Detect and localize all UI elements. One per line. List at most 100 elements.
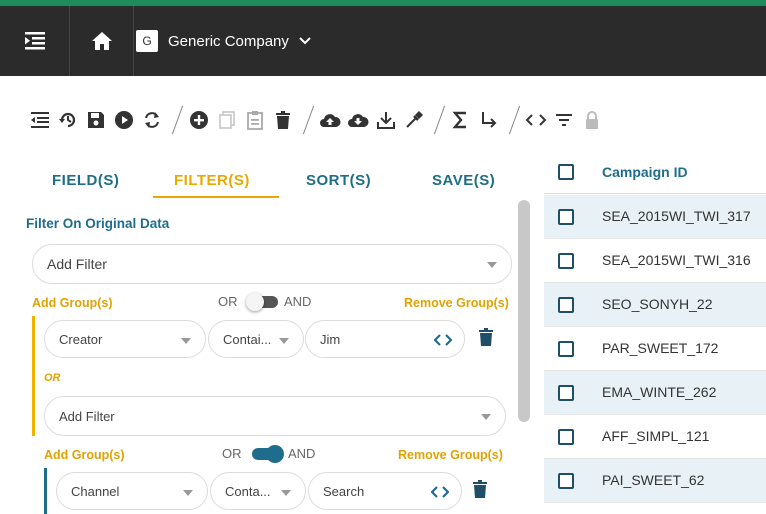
operator-select[interactable]: Contai... [208, 320, 304, 358]
operator-value: Conta... [225, 483, 271, 499]
arrow-turn-icon[interactable] [477, 108, 501, 132]
company-name: Generic Company [168, 32, 289, 50]
operator-value: Contai... [223, 331, 272, 347]
cloud-download-icon[interactable] [346, 108, 370, 132]
menu-collapse-icon [24, 32, 45, 50]
code-icon[interactable] [524, 108, 548, 132]
toggle-or-label: OR [222, 446, 242, 461]
tab-saves[interactable]: SAVE(S) [432, 172, 495, 189]
toggle-or-label: OR [218, 294, 238, 309]
campaign-id-cell: EMA_WINTE_262 [602, 384, 717, 400]
field-value: Creator [59, 331, 103, 347]
toolbar-separator [433, 105, 446, 135]
paste-icon[interactable] [243, 108, 267, 132]
company-selector[interactable]: G Generic Company [136, 6, 311, 76]
cloud-upload-icon[interactable] [318, 108, 342, 132]
tab-fields[interactable]: FIELD(S) [52, 172, 119, 189]
add-group-link[interactable]: Add Group(s) [44, 448, 125, 462]
table-row[interactable]: EMA_WINTE_262 [544, 371, 766, 415]
row-checkbox[interactable] [558, 253, 574, 269]
table-row[interactable]: PAR_SWEET_172 [544, 327, 766, 371]
operator-select[interactable]: Conta... [210, 472, 306, 510]
table-row[interactable]: SEO_SONYH_22 [544, 283, 766, 327]
copy-icon[interactable] [215, 108, 239, 132]
chevron-down-icon [299, 37, 311, 45]
code-icon[interactable] [434, 333, 452, 347]
tab-filters[interactable]: FILTER(S) [174, 172, 250, 189]
caret-down-icon [481, 414, 491, 420]
group-bar [32, 316, 35, 436]
filter-value-input[interactable]: Search [308, 472, 462, 510]
download-icon[interactable] [374, 108, 398, 132]
campaign-id-cell: SEA_2015WI_TWI_317 [602, 208, 751, 224]
campaign-id-cell: SEO_SONYH_22 [602, 296, 713, 312]
play-icon[interactable] [112, 108, 136, 132]
table-row[interactable]: PAI_SWEET_62 [544, 459, 766, 503]
row-checkbox[interactable] [558, 297, 574, 313]
delete-icon[interactable] [271, 108, 295, 132]
add-filter-select[interactable]: Add Filter [32, 244, 512, 284]
group-bar [44, 468, 47, 514]
table-row[interactable]: SEA_2015WI_TWI_317 [544, 195, 766, 239]
field-select[interactable]: Creator [44, 320, 206, 358]
caret-down-icon [279, 338, 289, 344]
caret-down-icon [183, 490, 193, 496]
add-filter-placeholder: Add Filter [59, 408, 115, 424]
indent-icon[interactable] [28, 108, 52, 132]
column-header-campaign-id[interactable]: Campaign ID [602, 164, 688, 180]
or-and-toggle[interactable] [252, 445, 284, 463]
row-checkbox[interactable] [558, 385, 574, 401]
toolbar-separator [302, 105, 315, 135]
table-header: Campaign ID [544, 150, 766, 194]
select-all-checkbox[interactable] [558, 164, 574, 180]
toggle-and-label: AND [288, 446, 316, 461]
add-group-link[interactable]: Add Group(s) [32, 296, 113, 310]
add-filter-select[interactable]: Add Filter [44, 396, 506, 436]
filter-panel: FIELD(S) FILTER(S) SORT(S) SAVE(S) Filte… [0, 150, 540, 514]
toolbar-separator [171, 105, 184, 135]
campaign-id-cell: PAI_SWEET_62 [602, 472, 705, 488]
field-value: Channel [71, 483, 120, 499]
campaign-id-cell: SEA_2015WI_TWI_316 [602, 252, 751, 268]
lock-icon[interactable] [580, 108, 604, 132]
section-title: Filter On Original Data [26, 216, 170, 231]
toggle-knob [246, 293, 264, 311]
caret-down-icon [487, 262, 497, 268]
table-row[interactable]: SEA_2015WI_TWI_316 [544, 239, 766, 283]
add-filter-placeholder: Add Filter [47, 256, 107, 272]
refresh-icon[interactable] [140, 108, 164, 132]
campaign-table: Campaign ID SEA_2015WI_TWI_317 SEA_2015WI… [544, 150, 766, 514]
add-icon[interactable] [187, 108, 211, 132]
history-icon[interactable] [56, 108, 80, 132]
code-icon[interactable] [431, 485, 449, 499]
campaign-id-cell: PAR_SWEET_172 [602, 340, 719, 356]
or-and-toggle[interactable] [246, 293, 278, 311]
menu-toggle-button[interactable] [0, 6, 70, 76]
sigma-icon[interactable] [449, 108, 473, 132]
table-row[interactable]: AFF_SIMPL_121 [544, 415, 766, 459]
filter-value: Search [323, 483, 365, 499]
home-button[interactable] [70, 6, 134, 76]
row-checkbox[interactable] [558, 209, 574, 225]
field-select[interactable]: Channel [56, 472, 208, 510]
panel-tabs: FIELD(S) FILTER(S) SORT(S) SAVE(S) [24, 160, 524, 196]
save-icon[interactable] [84, 108, 108, 132]
delete-filter-icon[interactable] [479, 328, 493, 346]
panel-scrollbar[interactable] [518, 200, 530, 422]
row-checkbox[interactable] [558, 473, 574, 489]
toolbar-separator [508, 105, 521, 135]
delete-filter-icon[interactable] [473, 480, 487, 498]
eyedropper-icon[interactable] [402, 108, 426, 132]
filter-value-input[interactable]: Jim [305, 320, 465, 358]
remove-group-link[interactable]: Remove Group(s) [398, 448, 503, 462]
toggle-and-label: AND [284, 294, 312, 309]
row-checkbox[interactable] [558, 429, 574, 445]
home-icon [91, 32, 112, 50]
tab-sorts[interactable]: SORT(S) [306, 172, 371, 189]
remove-group-link[interactable]: Remove Group(s) [404, 296, 509, 310]
filter-lines-icon[interactable] [552, 108, 576, 132]
company-badge: G [136, 30, 158, 52]
caret-down-icon [181, 338, 191, 344]
row-checkbox[interactable] [558, 341, 574, 357]
caret-down-icon [281, 490, 291, 496]
